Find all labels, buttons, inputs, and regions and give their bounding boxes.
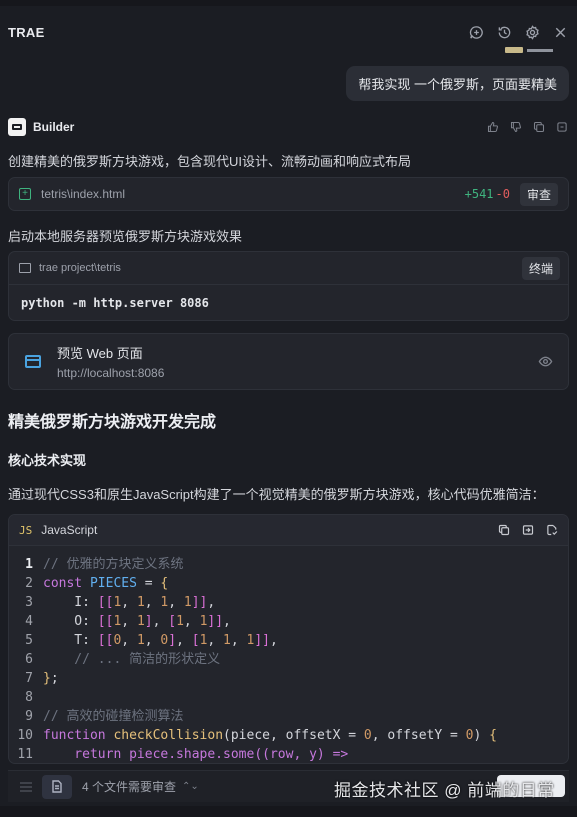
copy-icon[interactable] [497, 524, 510, 537]
terminal-command: python -m http.server 8086 [21, 296, 209, 310]
document-icon[interactable] [42, 774, 72, 799]
browser-window-icon [25, 355, 41, 368]
line-number: 4 [25, 614, 33, 629]
builder-name: Builder [33, 120, 75, 134]
line-number: 9 [25, 709, 33, 724]
preview-url[interactable]: http://localhost:8086 [57, 366, 537, 380]
code-line: 5 T: [[0, 1, 0], [1, 1, 1]], [9, 631, 568, 650]
line-number: 1 [25, 557, 33, 572]
intro-text: 创建精美的俄罗斯方块游戏，包含现代UI设计、流畅动画和响应式布局 [8, 154, 412, 169]
apply-icon[interactable] [545, 524, 558, 537]
lines-removed: -0 [495, 187, 510, 201]
open-terminal-button[interactable]: 终端 [521, 256, 560, 280]
code-line: 4 O: [[1, 1], [1, 1]], [9, 612, 568, 631]
code-line: 3 I: [[1, 1, 1, 1]], [9, 593, 568, 612]
line-number: 2 [25, 576, 33, 591]
code-text: return piece.shape.some((row, y) => [43, 747, 349, 762]
code-line: 8 [9, 688, 568, 707]
code-line: 6 // ... 简洁的形状定义 [9, 650, 568, 669]
line-number: 6 [25, 652, 33, 667]
top-bar: TRAE [0, 0, 577, 58]
code-body: 1 // 优雅的方块定义系统 2 const PIECES = { 3 I: [[1, … [9, 546, 568, 763]
eye-icon[interactable] [537, 353, 554, 370]
code-line: 9 // 高效的碰撞检测算法 [9, 707, 568, 726]
file-change-card[interactable]: + tetris\index.html +541 -0 审查 [8, 177, 569, 211]
terminal-icon [19, 263, 31, 273]
code-text: function checkCollision(piece, offsetX =… [43, 728, 497, 743]
code-language: JavaScript [41, 523, 98, 537]
code-text: }; [43, 671, 59, 686]
history-icon[interactable] [496, 24, 513, 41]
copy-icon[interactable] [532, 120, 546, 134]
js-language-icon: JS [19, 523, 33, 537]
lines-added: +541 [464, 187, 494, 201]
app-title: TRAE [8, 24, 45, 40]
code-text: O: [[1, 1], [1, 1]], [43, 614, 231, 629]
preview-title: 预览 Web 页面 [57, 346, 143, 361]
code-text: // ... 简洁的形状定义 [43, 652, 221, 667]
chevron-updown-icon: ⌃⌄ [182, 781, 199, 792]
code-line: 2 const PIECES = { [9, 574, 568, 593]
review-count-text: 4 个文件需要审查 [82, 780, 177, 794]
user-message-bubble: 帮我实现 一个俄罗斯，页面要精美 [346, 66, 569, 101]
builder-logo-icon [8, 118, 26, 136]
completion-heading: 精美俄罗斯方块游戏开发完成 [8, 414, 217, 431]
add-chat-icon[interactable] [468, 24, 485, 41]
code-line: 7}; [9, 669, 568, 688]
review-count-toggle[interactable]: 4 个文件需要审查 ⌃⌄ [82, 778, 199, 795]
line-number: 5 [25, 633, 33, 648]
code-text: I: [[1, 1, 1, 1]], [43, 595, 216, 610]
line-number: 10 [17, 728, 33, 743]
restore-icon[interactable] [555, 120, 569, 134]
bottom-strip [0, 806, 577, 817]
code-text: // 高效的碰撞检测算法 [43, 709, 184, 724]
close-icon[interactable] [552, 24, 569, 41]
code-text: T: [[0, 1, 0], [1, 1, 1]], [43, 633, 278, 648]
tech-intro-text: 通过现代CSS3和原生JavaScript构建了一个视觉精美的俄罗斯方块游戏，核… [8, 487, 545, 502]
code-block: JS JavaScript 1 // 优雅的方块定义系统 2 const PIECES… [8, 514, 569, 764]
watermark: 掘金技术社区 @ 前端的日常 [334, 781, 555, 800]
preview-card[interactable]: 预览 Web 页面 http://localhost:8086 [8, 333, 569, 390]
builder-header: Builder [8, 117, 569, 137]
code-text: const PIECES = { [43, 576, 169, 591]
list-icon[interactable] [18, 780, 34, 794]
code-text: // 优雅的方块定义系统 [43, 557, 184, 572]
line-number: 11 [17, 747, 33, 762]
line-number: 3 [25, 595, 33, 610]
insert-icon[interactable] [521, 524, 534, 537]
settings-icon[interactable] [524, 24, 541, 41]
review-button[interactable]: 审查 [519, 182, 558, 206]
serve-intro-text: 启动本地服务器预览俄罗斯方块游戏效果 [8, 229, 243, 244]
line-number: 8 [25, 690, 33, 705]
thumbs-up-icon[interactable] [486, 120, 500, 134]
file-added-icon: + [19, 188, 31, 200]
code-line: 11 return piece.shape.some((row, y) => [9, 745, 568, 763]
user-message-text: 帮我实现 一个俄罗斯，页面要精美 [358, 77, 557, 92]
line-number: 7 [25, 671, 33, 686]
thumbs-down-icon[interactable] [509, 120, 523, 134]
terminal-card: trae project\tetris 终端 python -m http.se… [8, 251, 569, 321]
terminal-cwd: trae project\tetris [39, 262, 121, 274]
code-line: 1 // 优雅的方块定义系统 [9, 555, 568, 574]
tech-heading: 核心技术实现 [8, 453, 87, 468]
file-path[interactable]: tetris\index.html [41, 187, 465, 201]
code-line: 10 function checkCollision(piece, offsetX… [9, 726, 568, 745]
user-avatar-tag [505, 46, 555, 54]
